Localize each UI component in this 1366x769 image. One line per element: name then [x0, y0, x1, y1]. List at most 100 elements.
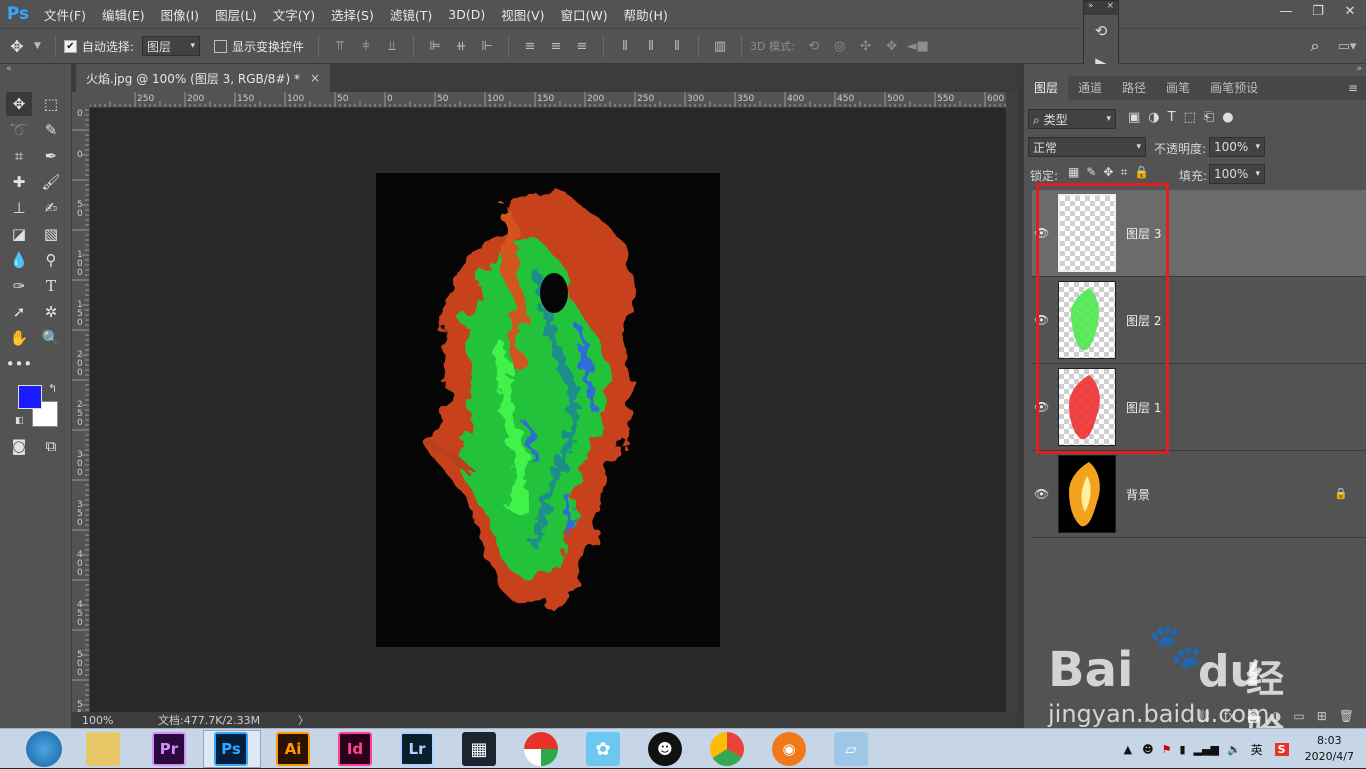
- menu-type[interactable]: 文字(Y): [265, 5, 323, 24]
- align-top-icon[interactable]: ⫪: [327, 36, 353, 56]
- delete-layer-icon[interactable]: 🗑: [1339, 709, 1354, 723]
- default-colors-icon[interactable]: ◧: [15, 416, 24, 426]
- hand-tool-icon[interactable]: ✋: [6, 326, 32, 350]
- tab-paths[interactable]: 路径: [1112, 76, 1156, 100]
- photoshop-icon[interactable]: Ps: [214, 732, 248, 766]
- quick-select-tool-icon[interactable]: ✎: [38, 118, 64, 142]
- 3d-pan-icon[interactable]: ✣: [853, 36, 879, 56]
- path-select-tool-icon[interactable]: ➚: [6, 300, 32, 324]
- tab-channels[interactable]: 通道: [1068, 76, 1112, 100]
- 3d-scale-icon[interactable]: ◄■: [905, 36, 931, 56]
- browser-icon[interactable]: ◉: [772, 732, 806, 766]
- menu-layer[interactable]: 图层(L): [207, 5, 265, 24]
- distribute-vcenter-icon[interactable]: ≡: [543, 36, 569, 56]
- panel-menu-icon[interactable]: ≡: [1340, 76, 1366, 100]
- filter-type-icon[interactable]: T: [1168, 110, 1176, 125]
- filter-adjustment-icon[interactable]: ◑: [1148, 110, 1159, 125]
- filter-smart-object-icon[interactable]: ⎗: [1204, 110, 1214, 125]
- custom-shape-tool-icon[interactable]: ✲: [38, 300, 64, 324]
- layer-name[interactable]: 背景: [1126, 486, 1150, 503]
- crop-tool-icon[interactable]: ⌗: [6, 144, 32, 168]
- type-tool-icon[interactable]: T: [38, 274, 64, 298]
- align-bottom-icon[interactable]: ⫫: [379, 36, 405, 56]
- filter-pixel-icon[interactable]: ▣: [1128, 110, 1140, 125]
- menu-file[interactable]: 文件(F): [36, 5, 94, 24]
- new-layer-icon[interactable]: ⊞: [1317, 709, 1327, 723]
- cute-app-icon[interactable]: ✿: [586, 732, 620, 766]
- vertical-ruler[interactable]: 5 0 0 5 0 1 0 0 1 5 0 2 0 0 2 5 0 3 0 0 3 5 0 4 0…: [72, 108, 90, 712]
- indesign-icon[interactable]: Id: [338, 732, 372, 766]
- menu-3d[interactable]: 3D(D): [440, 7, 493, 22]
- move-tool-icon[interactable]: ✥: [6, 92, 32, 116]
- opacity-field[interactable]: 100% ▾: [1209, 137, 1265, 157]
- visibility-eye-icon[interactable]: 👁: [1034, 487, 1050, 501]
- search-icon[interactable]: ⌕: [1302, 36, 1328, 56]
- fill-field[interactable]: 100% ▾: [1209, 164, 1265, 184]
- minimize-icon[interactable]: —: [1270, 0, 1302, 22]
- menu-window[interactable]: 窗口(W): [553, 5, 616, 24]
- volume-icon[interactable]: 🔈: [1227, 743, 1241, 756]
- file-explorer-icon[interactable]: [86, 732, 120, 766]
- close-icon[interactable]: ✕: [1334, 0, 1366, 22]
- screen-mode-icon[interactable]: ⧉: [38, 434, 64, 458]
- vertical-scrollbar[interactable]: [1006, 92, 1018, 712]
- close-icon[interactable]: ×: [1106, 1, 1114, 15]
- sogou-ime-icon[interactable]: S: [1274, 742, 1289, 756]
- layer-row-background[interactable]: 👁 背景 🔒: [1032, 451, 1366, 538]
- horizontal-ruler[interactable]: 250 200 150 100 50 0 50 100 150 200 250 300 350 400 45…: [90, 92, 1006, 108]
- chevron-down-icon[interactable]: ▼: [34, 41, 41, 51]
- gradient-tool-icon[interactable]: ▧: [38, 222, 64, 246]
- lock-all-icon[interactable]: 🔒: [1134, 165, 1149, 180]
- menu-edit[interactable]: 编辑(E): [94, 5, 153, 24]
- document-tab[interactable]: 火焰.jpg @ 100% (图层 3, RGB/8#) * ×: [76, 64, 331, 92]
- show-transform-checkbox[interactable]: [213, 39, 227, 53]
- illustrator-icon[interactable]: Ai: [276, 732, 310, 766]
- quick-mask-icon[interactable]: ◙: [6, 434, 32, 458]
- distribute-left-icon[interactable]: ⦀: [612, 36, 638, 56]
- 3d-roll-icon[interactable]: ◎: [827, 36, 853, 56]
- layer-filter-dropdown[interactable]: ⌕ 类型 ▾: [1028, 109, 1116, 129]
- brush-tool-icon[interactable]: 🖌: [38, 170, 64, 194]
- menu-select[interactable]: 选择(S): [323, 5, 382, 24]
- filter-shape-icon[interactable]: ⬚: [1184, 110, 1196, 125]
- clone-stamp-tool-icon[interactable]: ⊥: [6, 196, 32, 220]
- auto-select-target-dropdown[interactable]: 图层 ▾: [141, 36, 200, 56]
- lasso-tool-icon[interactable]: ➰: [6, 118, 32, 142]
- close-icon[interactable]: ×: [310, 71, 320, 85]
- qq-tray-icon[interactable]: ☻: [1142, 743, 1153, 756]
- pen-tool-icon[interactable]: ✑: [6, 274, 32, 298]
- tray-expand-icon[interactable]: ▲: [1124, 743, 1132, 756]
- lock-pixels-icon[interactable]: ✎: [1086, 165, 1096, 180]
- blend-mode-dropdown[interactable]: 正常 ▾: [1028, 137, 1146, 157]
- menu-image[interactable]: 图像(I): [153, 5, 207, 24]
- network-icon[interactable]: ▂▄▆: [1194, 743, 1219, 756]
- 3d-slide-icon[interactable]: ✥: [879, 36, 905, 56]
- qq-icon[interactable]: ☻: [648, 732, 682, 766]
- ime-indicator[interactable]: 英: [1251, 741, 1263, 758]
- align-right-icon[interactable]: ⊩: [474, 36, 500, 56]
- align-hcenter-icon[interactable]: ⧺: [448, 36, 474, 56]
- eraser-tool-icon[interactable]: ◪: [6, 222, 32, 246]
- restore-icon[interactable]: ❐: [1302, 0, 1334, 22]
- 3d-rotate-icon[interactable]: ⟲: [801, 36, 827, 56]
- video-editor-icon[interactable]: ▦: [462, 732, 496, 766]
- distribute-bottom-icon[interactable]: ≡: [569, 36, 595, 56]
- lock-position-icon[interactable]: ✥: [1103, 165, 1113, 180]
- collapse-icon[interactable]: »: [1356, 64, 1362, 74]
- chrome-icon[interactable]: [710, 732, 744, 766]
- marquee-tool-icon[interactable]: ⬚: [38, 92, 64, 116]
- auto-select-checkbox[interactable]: ✔: [63, 39, 77, 53]
- lock-artboard-icon[interactable]: ⌗: [1120, 165, 1127, 180]
- collapse-icon[interactable]: «: [6, 64, 12, 74]
- filter-toggle-icon[interactable]: ●: [1222, 110, 1233, 125]
- battery-icon[interactable]: ▮: [1179, 743, 1185, 756]
- workspace-switcher-icon[interactable]: ▭▾: [1328, 36, 1366, 56]
- auto-align-icon[interactable]: ▥: [707, 36, 733, 56]
- align-left-icon[interactable]: ⊫: [422, 36, 448, 56]
- distribute-hcenter-icon[interactable]: ⦀: [638, 36, 664, 56]
- security-tray-icon[interactable]: ⚑: [1162, 743, 1172, 756]
- swap-colors-icon[interactable]: ↰: [48, 382, 57, 395]
- align-vcenter-icon[interactable]: ⫩: [353, 36, 379, 56]
- history-icon[interactable]: ⟲: [1084, 15, 1118, 47]
- start-button-icon[interactable]: [26, 731, 62, 767]
